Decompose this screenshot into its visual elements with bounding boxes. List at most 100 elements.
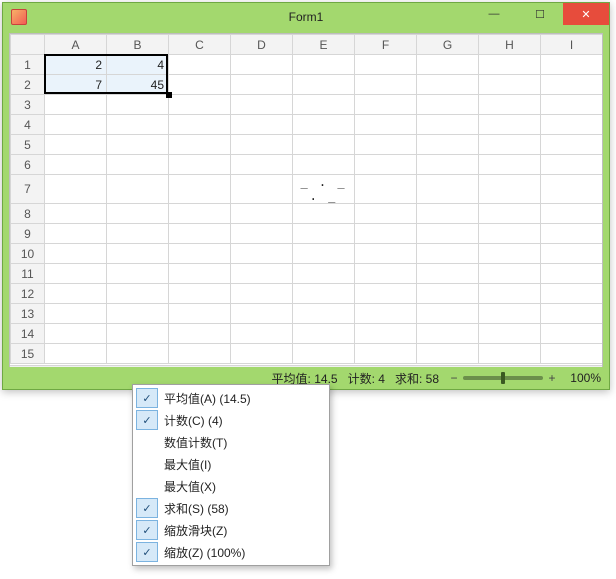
cell[interactable] xyxy=(107,324,169,344)
cell[interactable] xyxy=(355,155,417,175)
cell[interactable] xyxy=(45,324,107,344)
cell[interactable] xyxy=(541,115,603,135)
cell[interactable] xyxy=(355,224,417,244)
context-menu-item[interactable]: 最大值(X) xyxy=(135,475,327,497)
cell[interactable] xyxy=(355,75,417,95)
cell[interactable] xyxy=(107,224,169,244)
cell[interactable] xyxy=(541,155,603,175)
cell[interactable] xyxy=(169,75,231,95)
cell[interactable] xyxy=(45,304,107,324)
cell[interactable] xyxy=(479,55,541,75)
cell[interactable] xyxy=(169,55,231,75)
cell[interactable] xyxy=(107,135,169,155)
zoom-slider-thumb[interactable] xyxy=(501,372,505,384)
context-menu-item[interactable]: ✓平均值(A) (14.5) xyxy=(135,387,327,409)
zoom-slider-track[interactable] xyxy=(463,376,543,380)
cell[interactable] xyxy=(231,304,293,324)
cell[interactable] xyxy=(45,244,107,264)
cell[interactable] xyxy=(541,304,603,324)
cell[interactable] xyxy=(541,244,603,264)
spreadsheet-grid[interactable]: ABCDEFGHI124274534567_ . _ . _8910111213… xyxy=(10,34,602,365)
cell[interactable]: 45 xyxy=(107,75,169,95)
cell[interactable] xyxy=(169,344,231,364)
cell[interactable] xyxy=(107,95,169,115)
cell[interactable] xyxy=(45,284,107,304)
cell[interactable] xyxy=(45,135,107,155)
cell[interactable] xyxy=(169,175,231,204)
cell[interactable] xyxy=(169,284,231,304)
cell[interactable] xyxy=(355,324,417,344)
cell[interactable] xyxy=(107,284,169,304)
cell[interactable] xyxy=(231,175,293,204)
cell[interactable] xyxy=(293,115,355,135)
zoom-slider[interactable]: − + xyxy=(449,371,557,385)
row-header[interactable]: 11 xyxy=(11,264,45,284)
cell[interactable] xyxy=(231,284,293,304)
cell[interactable] xyxy=(417,224,479,244)
column-header[interactable]: I xyxy=(541,35,603,55)
context-menu-item[interactable]: ✓缩放(Z) (100%) xyxy=(135,541,327,563)
cell[interactable] xyxy=(417,264,479,284)
column-header[interactable]: D xyxy=(231,35,293,55)
column-header[interactable]: F xyxy=(355,35,417,55)
context-menu-item[interactable]: ✓求和(S) (58) xyxy=(135,497,327,519)
cell[interactable] xyxy=(293,55,355,75)
cell[interactable] xyxy=(479,244,541,264)
zoom-in-icon[interactable]: + xyxy=(547,371,557,385)
cell[interactable] xyxy=(541,175,603,204)
row-header[interactable]: 3 xyxy=(11,95,45,115)
column-header[interactable]: A xyxy=(45,35,107,55)
cell[interactable] xyxy=(479,264,541,284)
cell[interactable] xyxy=(479,135,541,155)
row-header[interactable]: 10 xyxy=(11,244,45,264)
cell[interactable]: 7 xyxy=(45,75,107,95)
cell[interactable] xyxy=(169,155,231,175)
cell[interactable] xyxy=(169,244,231,264)
column-header[interactable]: E xyxy=(293,35,355,55)
cell[interactable]: _ . _ . _ xyxy=(293,175,355,204)
cell[interactable] xyxy=(107,304,169,324)
row-header[interactable]: 8 xyxy=(11,204,45,224)
cell[interactable] xyxy=(479,304,541,324)
cell[interactable] xyxy=(293,324,355,344)
cell[interactable] xyxy=(107,175,169,204)
cell[interactable] xyxy=(169,95,231,115)
row-header[interactable]: 6 xyxy=(11,155,45,175)
row-header[interactable]: 7 xyxy=(11,175,45,204)
cell[interactable] xyxy=(231,324,293,344)
cell[interactable] xyxy=(45,95,107,115)
context-menu-item[interactable]: ✓缩放滑块(Z) xyxy=(135,519,327,541)
cell[interactable] xyxy=(479,95,541,115)
close-button[interactable]: ✕ xyxy=(563,3,609,25)
cell[interactable] xyxy=(293,284,355,304)
cell[interactable] xyxy=(293,304,355,324)
cell[interactable] xyxy=(293,224,355,244)
cell[interactable] xyxy=(417,115,479,135)
cell[interactable] xyxy=(169,204,231,224)
cell[interactable] xyxy=(107,155,169,175)
cell[interactable] xyxy=(355,55,417,75)
row-header[interactable]: 1 xyxy=(11,55,45,75)
cell[interactable] xyxy=(417,324,479,344)
cell[interactable] xyxy=(169,264,231,284)
cell[interactable] xyxy=(107,264,169,284)
cell[interactable] xyxy=(417,55,479,75)
cell[interactable] xyxy=(355,115,417,135)
column-header[interactable]: B xyxy=(107,35,169,55)
row-header[interactable]: 5 xyxy=(11,135,45,155)
cell[interactable] xyxy=(293,75,355,95)
cell[interactable] xyxy=(479,284,541,304)
cell[interactable] xyxy=(169,115,231,135)
statusbar-context-menu[interactable]: ✓平均值(A) (14.5)✓计数(C) (4)数值计数(T)最大值(I)最大值… xyxy=(132,384,330,566)
cell[interactable] xyxy=(541,264,603,284)
cell[interactable] xyxy=(231,55,293,75)
cell[interactable] xyxy=(293,135,355,155)
cell[interactable] xyxy=(355,284,417,304)
cell[interactable] xyxy=(231,75,293,95)
cell[interactable] xyxy=(479,344,541,364)
cell[interactable] xyxy=(293,264,355,284)
cell[interactable] xyxy=(231,95,293,115)
cell[interactable] xyxy=(479,75,541,95)
cell[interactable] xyxy=(355,264,417,284)
titlebar[interactable]: Form1 — ☐ ✕ xyxy=(3,3,609,31)
